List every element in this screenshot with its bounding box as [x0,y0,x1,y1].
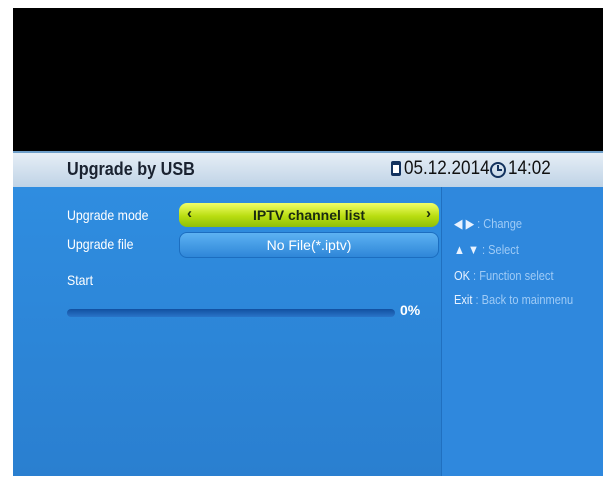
help-text: : Function select [473,268,554,283]
header-bar: Upgrade by USB 05.12.2014 14:02 [13,151,603,187]
upgrade-file-label: Upgrade file [67,236,134,252]
help-item: OK : Function select [454,268,554,283]
start-button[interactable]: Start [67,272,93,288]
up-down-arrows-icon: ▲ ▼ [454,242,479,257]
exit-key-label: Exit [454,292,473,307]
help-item: ▲ ▼ : Select [454,242,519,257]
help-panel: ◀ ▶ : Change ▲ ▼ : Select OK : Function … [441,187,603,476]
upgrade-file-value: No File(*.iptv) [266,237,352,253]
upgrade-panel: Upgrade mode ‹ IPTV channel list › Upgra… [13,187,441,476]
date-display: 05.12.2014 [404,158,490,179]
help-text: : Change [477,216,522,231]
ok-key-label: OK [454,268,470,283]
upgrade-file-selector[interactable]: No File(*.iptv) [179,232,439,258]
chevron-right-icon[interactable]: › [426,205,431,222]
help-text: : Select [482,242,519,257]
tv-screen: Upgrade by USB 05.12.2014 14:02 Upgrade … [13,8,603,476]
upgrade-mode-label: Upgrade mode [67,207,149,223]
help-text: : Back to mainmenu [475,292,574,307]
time-display: 14:02 [508,158,551,179]
upgrade-mode-value: IPTV channel list [252,207,366,223]
help-item: ◀ ▶ : Change [454,216,522,232]
upgrade-mode-selector[interactable]: ‹ IPTV channel list › [179,203,439,227]
page-title: Upgrade by USB [67,159,195,179]
clock-icon [490,162,506,178]
help-item: Exit : Back to mainmenu [454,292,573,307]
calendar-icon [391,161,401,176]
left-right-arrows-icon: ◀ ▶ [454,216,475,231]
upgrade-progress-percent: 0% [400,302,421,318]
upgrade-progress-bar [67,309,395,317]
